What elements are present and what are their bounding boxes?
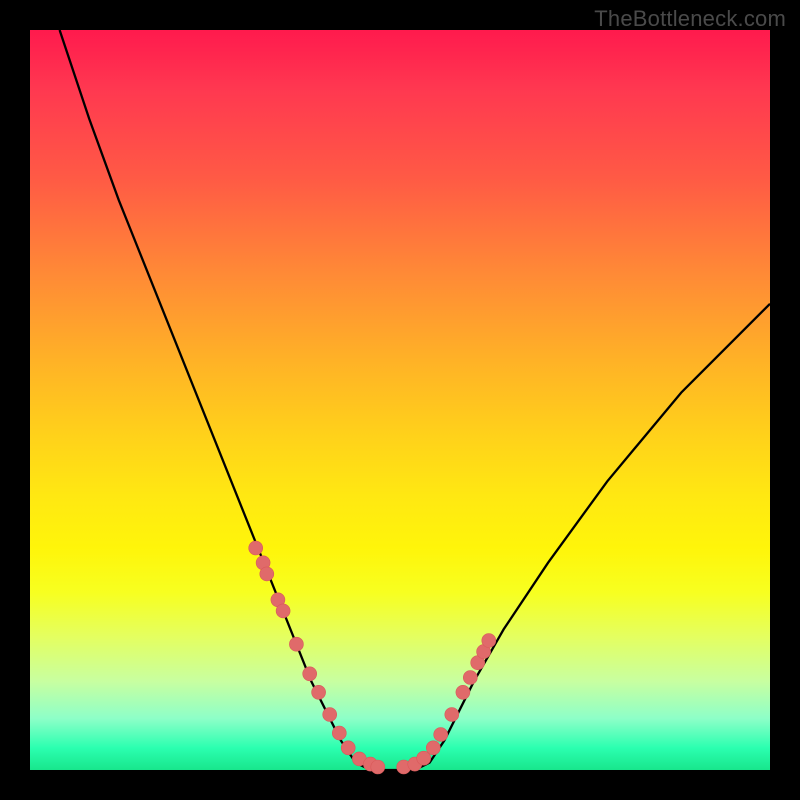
data-point <box>260 567 274 581</box>
data-point <box>482 634 496 648</box>
data-point <box>289 637 303 651</box>
data-point <box>332 726 346 740</box>
data-point <box>371 760 385 774</box>
outer-frame: TheBottleneck.com <box>0 0 800 800</box>
data-point <box>276 604 290 618</box>
data-point <box>445 708 459 722</box>
data-point <box>323 708 337 722</box>
data-point <box>456 685 470 699</box>
data-point <box>463 671 477 685</box>
data-point <box>426 741 440 755</box>
bottleneck-curve <box>60 30 770 770</box>
watermark-label: TheBottleneck.com <box>594 6 786 32</box>
plot-area <box>30 30 770 770</box>
data-point <box>249 541 263 555</box>
chart-svg <box>30 30 770 770</box>
data-point <box>312 685 326 699</box>
data-point <box>303 667 317 681</box>
dot-layer <box>249 541 496 774</box>
data-point <box>434 728 448 742</box>
curve-layer <box>60 30 770 770</box>
data-point <box>341 741 355 755</box>
